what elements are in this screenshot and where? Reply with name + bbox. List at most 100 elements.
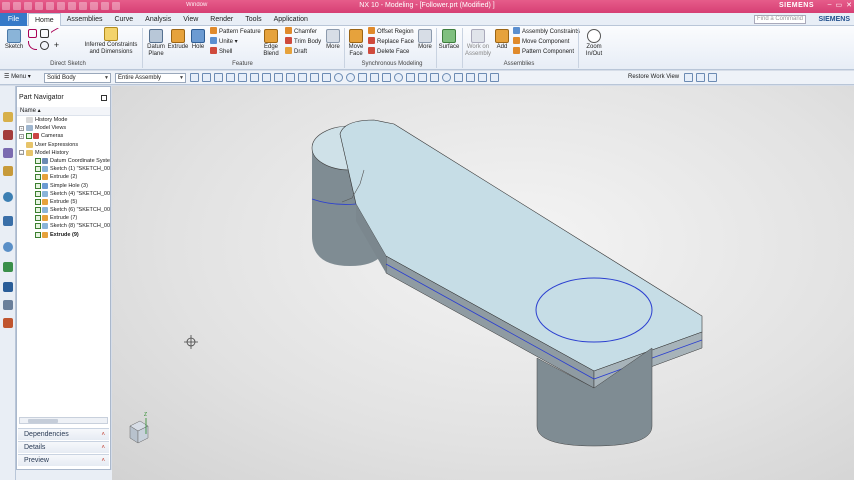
visibility-checkbox[interactable] <box>35 182 41 189</box>
process-studio-icon[interactable] <box>3 262 13 272</box>
polygon-select-icon[interactable] <box>238 73 247 82</box>
tab-render[interactable]: Render <box>204 13 239 27</box>
expand-icon[interactable]: + <box>19 133 24 139</box>
draft-button[interactable]: Draft <box>285 47 307 57</box>
tree-item-sketch-8[interactable]: Sketch (8) "SKETCH_004" <box>17 222 110 230</box>
command-search-input[interactable]: Find a Command <box>754 15 806 24</box>
visibility-checkbox[interactable] <box>26 133 32 140</box>
tab-application[interactable]: Application <box>268 13 314 27</box>
visibility-checkbox[interactable] <box>35 157 41 164</box>
tab-assemblies[interactable]: Assemblies <box>61 13 109 27</box>
assembly-navigator-icon[interactable] <box>3 112 13 122</box>
arc-icon[interactable] <box>28 41 37 50</box>
dependencies-panel[interactable]: Dependencies ˄ <box>18 428 109 440</box>
snap-quadrant-icon[interactable] <box>346 73 355 82</box>
box-select-icon[interactable] <box>226 73 235 82</box>
tree-item-model-views[interactable]: + Model Views <box>17 124 110 132</box>
snap-endpoint-icon[interactable] <box>310 73 319 82</box>
assembly-constraints-button[interactable]: Assembly Constraints <box>513 27 580 37</box>
part-navigator-icon[interactable] <box>3 148 13 158</box>
pattern-feature-button[interactable]: Pattern Feature <box>210 27 261 37</box>
add-component-button[interactable]: Add <box>494 29 510 51</box>
file-tab[interactable]: File <box>0 13 27 26</box>
snap-midpoint-icon[interactable] <box>322 73 331 82</box>
datum-plane-button[interactable]: Datum Plane <box>145 29 167 58</box>
view-section-icon[interactable] <box>490 73 499 82</box>
tree-item-extrude-2[interactable]: Extrude (2) <box>17 173 110 181</box>
more-feature-button[interactable]: More <box>324 29 342 51</box>
expand-icon[interactable]: + <box>19 125 24 131</box>
move-face-button[interactable]: Move Face <box>347 29 365 58</box>
details-panel[interactable]: Details ˄ <box>18 441 109 453</box>
close-icon[interactable]: ✕ <box>846 1 852 9</box>
profile-icon[interactable] <box>28 29 37 38</box>
manufacturing-wizards-icon[interactable] <box>3 282 13 292</box>
visibility-checkbox[interactable] <box>35 198 41 205</box>
visibility-checkbox[interactable] <box>35 223 41 230</box>
tree-item-history-mode[interactable]: History Mode <box>17 116 110 124</box>
snap-center-icon[interactable] <box>334 73 343 82</box>
reuse-library-icon[interactable] <box>3 166 13 176</box>
tree-item-sketch-6[interactable]: Sketch (6) "SKETCH_003" <box>17 206 110 214</box>
model-view[interactable]: Z <box>112 86 854 480</box>
snap-on-face-icon[interactable] <box>394 73 403 82</box>
rendering-style-icon[interactable] <box>466 73 475 82</box>
tab-curve[interactable]: Curve <box>108 13 139 27</box>
restore-work-view-button[interactable]: Restore Work View <box>628 74 679 80</box>
menu-button[interactable]: ☰ Menu ▾ <box>4 73 31 80</box>
move-component-button[interactable]: Move Component <box>513 37 569 47</box>
tree-item-extrude-5[interactable]: Extrude (5) <box>17 198 110 206</box>
tree-item-sketch-4[interactable]: Sketch (4) "SKETCH_002" <box>17 190 110 198</box>
snap-intersection-icon[interactable] <box>358 73 367 82</box>
scrollbar-thumb[interactable] <box>28 419 58 423</box>
snap-bounded-icon[interactable] <box>406 73 415 82</box>
hole-button[interactable]: Hole <box>189 29 207 51</box>
view-triad-icon[interactable] <box>684 73 693 82</box>
tree-item-datum-csys[interactable]: Datum Coordinate System <box>17 157 110 165</box>
tree-item-sketch-1[interactable]: Sketch (1) "SKETCH_000" <box>17 165 110 173</box>
point-icon[interactable]: + <box>52 41 61 50</box>
inferred-constraints-button[interactable]: Inferred Constraints and Dimensions <box>82 27 140 56</box>
visibility-checkbox[interactable] <box>35 190 41 197</box>
roles-icon[interactable] <box>3 300 13 310</box>
zoom-in-out-button[interactable]: Zoom In/Out <box>582 29 606 58</box>
select-all-icon[interactable] <box>202 73 211 82</box>
face-select-icon[interactable] <box>286 73 295 82</box>
constraint-navigator-icon[interactable] <box>3 130 13 140</box>
filter-icon[interactable] <box>190 73 199 82</box>
fit-icon[interactable] <box>454 73 463 82</box>
work-on-assembly-button[interactable]: Work on Assembly <box>464 29 492 58</box>
layer-icon[interactable] <box>478 73 487 82</box>
edge-select-icon[interactable] <box>298 73 307 82</box>
visibility-checkbox[interactable] <box>35 215 41 222</box>
view-options-icon[interactable] <box>708 73 717 82</box>
snap-pole-icon[interactable] <box>430 73 439 82</box>
snap-existing-point-icon[interactable] <box>370 73 379 82</box>
visibility-checkbox[interactable] <box>35 207 41 214</box>
minimize-icon[interactable]: – <box>828 1 832 9</box>
tree-item-model-history[interactable]: – Model History <box>17 149 110 157</box>
tab-analysis[interactable]: Analysis <box>139 13 177 27</box>
delete-face-button[interactable]: Delete Face <box>368 47 409 57</box>
extrude-button[interactable]: Extrude <box>167 29 189 51</box>
tab-home[interactable]: Home <box>28 13 61 27</box>
maximize-icon[interactable]: ▭ <box>836 1 843 9</box>
shell-button[interactable]: Shell <box>210 47 232 57</box>
sketch-curve-tools[interactable]: + <box>28 27 76 50</box>
column-header-name[interactable]: Name ▴ <box>17 107 110 116</box>
pin-icon[interactable] <box>101 95 107 101</box>
surface-button[interactable]: Surface <box>438 29 460 51</box>
chamfer-button[interactable]: Chamfer <box>285 27 317 37</box>
more-sync-button[interactable]: More <box>416 29 434 51</box>
wcs-icon[interactable] <box>696 73 705 82</box>
collapse-icon[interactable]: – <box>19 150 24 156</box>
visibility-checkbox[interactable] <box>35 231 41 238</box>
selection-scope-select[interactable]: Entire Assembly ▼ <box>115 73 186 83</box>
unite-button[interactable]: Unite ▾ <box>210 37 238 47</box>
replace-face-button[interactable]: Replace Face <box>368 37 414 47</box>
tab-tools[interactable]: Tools <box>239 13 267 27</box>
tree-item-cameras[interactable]: + Cameras <box>17 132 110 140</box>
body-select-icon[interactable] <box>262 73 271 82</box>
solid-select-icon[interactable] <box>274 73 283 82</box>
sketch-button[interactable]: Sketch <box>3 29 25 51</box>
